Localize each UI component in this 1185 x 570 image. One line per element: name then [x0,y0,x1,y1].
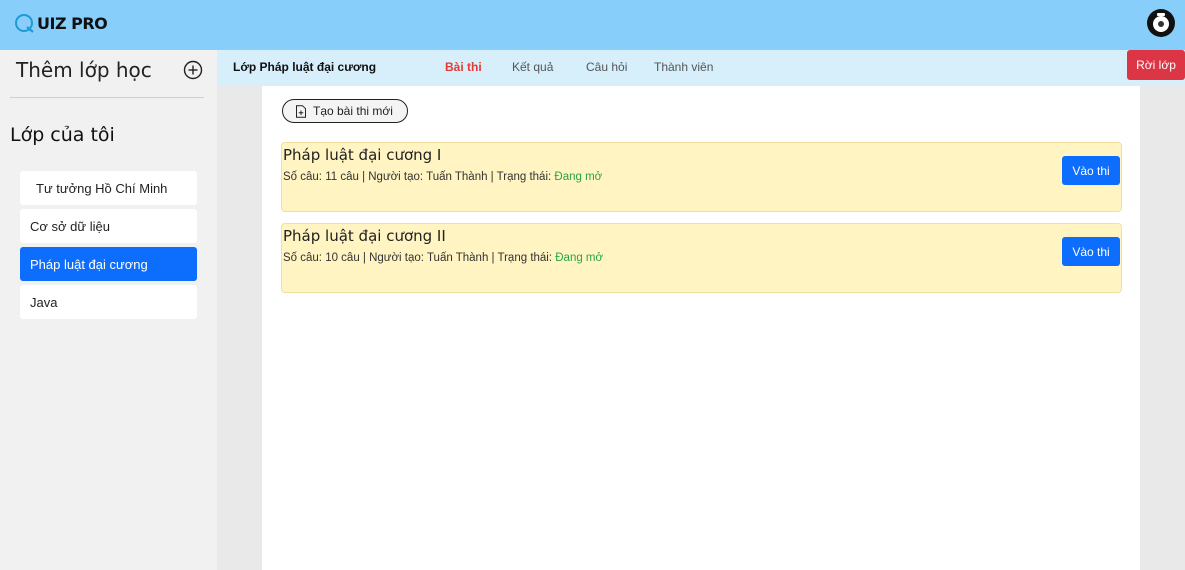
exam-card: Pháp luật đại cương II Số câu: 10 câu | … [281,223,1122,293]
top-navbar: UIZ PRO [0,0,1185,50]
app-logo-text: UIZ PRO [37,13,108,33]
user-avatar[interactable] [1147,9,1175,37]
class-item-ho-chi-minh[interactable]: Tư tưởng Hồ Chí Minh [20,171,197,205]
exam-status: Đang mở [555,252,604,264]
add-class-label: Thêm lớp học [16,58,152,82]
exam-meta: Số câu: 11 câu | Người tạo: Tuấn Thành |… [283,171,602,183]
class-tabbar: Lớp Pháp luật đại cương Bài thi Kết quả … [217,50,1185,86]
exam-meta-text: Số câu: 11 câu | Người tạo: Tuấn Thành |… [283,171,555,183]
exam-title: Pháp luật đại cương II [283,227,446,245]
logo-q-icon [15,14,34,33]
class-item-phap-luat[interactable]: Pháp luật đại cương [20,247,197,281]
sidebar: Thêm lớp học Lớp của tôi Tư tưởng Hồ Chí… [0,50,217,570]
leave-class-button[interactable]: Rời lớp [1127,50,1185,80]
plus-circle-icon[interactable] [183,60,203,80]
exam-title: Pháp luật đại cương I [283,146,442,164]
create-exam-label: Tạo bài thi mới [313,104,393,118]
exam-meta: Số câu: 10 câu | Người tạo: Tuấn Thành |… [283,252,603,264]
class-item-label: Java [30,294,58,310]
current-class-name: Lớp Pháp luật đại cương [233,60,377,74]
exam-card: Pháp luật đại cương I Số câu: 11 câu | N… [281,142,1122,212]
app-logo[interactable]: UIZ PRO [14,11,108,35]
tab-thanh-vien[interactable]: Thành viên [654,60,713,74]
create-exam-button[interactable]: Tạo bài thi mới [282,99,408,123]
class-item-label: Cơ sở dữ liệu [30,218,110,234]
tab-cau-hoi[interactable]: Câu hỏi [586,60,627,74]
file-plus-icon [296,104,306,118]
class-item-java[interactable]: Java [20,285,197,319]
exam-status: Đang mở [554,171,603,183]
avatar-icon [1148,10,1174,36]
tab-bai-thi[interactable]: Bài thi [445,60,482,74]
sidebar-divider [10,97,204,98]
class-list: Tư tưởng Hồ Chí Minh Cơ sở dữ liệu Pháp … [20,171,197,323]
add-class-button[interactable]: Thêm lớp học [0,50,217,90]
exam-panel: Tạo bài thi mới Pháp luật đại cương I Số… [262,86,1140,570]
my-classes-title: Lớp của tôi [10,124,115,146]
class-item-co-so-du-lieu[interactable]: Cơ sở dữ liệu [20,209,197,243]
tab-ket-qua[interactable]: Kết quả [512,60,553,74]
class-item-label: Pháp luật đại cương [30,256,148,272]
enter-exam-button[interactable]: Vào thi [1062,156,1120,185]
exam-meta-text: Số câu: 10 câu | Người tạo: Tuấn Thành |… [283,252,556,264]
enter-exam-button[interactable]: Vào thi [1062,237,1120,266]
class-item-label: Tư tưởng Hồ Chí Minh [36,180,168,196]
